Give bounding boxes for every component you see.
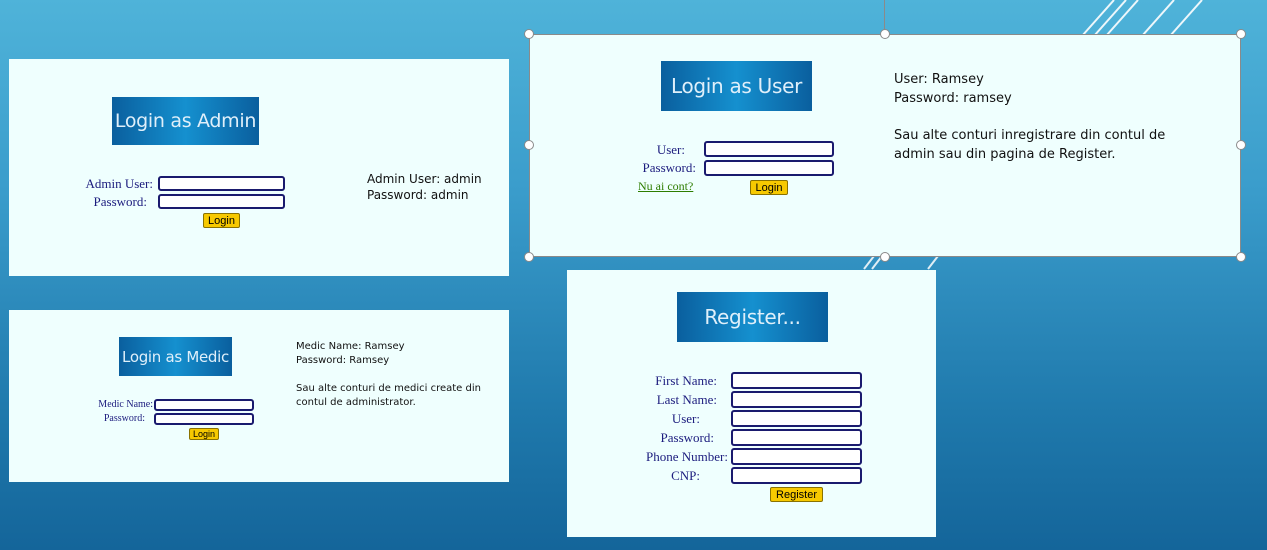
user-login-button[interactable]: Login	[750, 180, 788, 195]
admin-credentials-user: Admin User: admin	[367, 172, 482, 186]
medic-info-name: Medic Name: Ramsey	[296, 341, 405, 352]
resize-handle-bottom-left[interactable]	[524, 252, 534, 262]
register-button[interactable]: Register	[770, 487, 823, 502]
register-panel: Register... First Name: Last Name: User:…	[567, 270, 936, 537]
medic-banner: Login as Medic	[119, 337, 232, 376]
medic-password-label: Password:	[103, 413, 145, 424]
first-name-label: First Name:	[655, 373, 717, 388]
admin-login-panel: Login as Admin Admin User: Password: Log…	[9, 59, 509, 276]
admin-credentials-password: Password: admin	[367, 188, 469, 202]
medic-login-panel: Login as Medic Medic Name: Password: Log…	[9, 310, 509, 482]
cnp-label: CNP:	[671, 468, 700, 483]
user-user-label: User:	[656, 142, 685, 157]
admin-banner: Login as Admin	[112, 97, 259, 145]
cnp-input[interactable]	[731, 467, 862, 484]
resize-handle-top-center[interactable]	[880, 29, 890, 39]
user-info-note-line1: Sau alte conturi inregistrare din contul…	[894, 128, 1166, 143]
medic-info-note-line1: Sau alte conturi de medici create din	[296, 383, 481, 394]
user-info-user: User: Ramsey	[894, 72, 984, 87]
phone-number-label: Phone Number:	[646, 449, 728, 464]
medic-name-label: Medic Name:	[98, 399, 153, 410]
user-password-input[interactable]	[704, 160, 834, 176]
admin-user-input[interactable]	[158, 176, 285, 191]
medic-name-input[interactable]	[154, 399, 254, 411]
resize-handle-middle-left[interactable]	[524, 140, 534, 150]
user-label: User:	[671, 411, 700, 426]
rotation-handle-stem	[884, 0, 885, 30]
admin-login-button[interactable]: Login	[203, 213, 240, 228]
resize-handle-top-right[interactable]	[1236, 29, 1246, 39]
admin-user-label: Admin User:	[85, 176, 153, 191]
user-password-label: Password:	[642, 160, 696, 175]
resize-handle-bottom-center[interactable]	[880, 252, 890, 262]
password-label: Password:	[660, 430, 714, 445]
register-banner: Register...	[677, 292, 828, 342]
user-user-input[interactable]	[704, 141, 834, 157]
user-input[interactable]	[731, 410, 862, 427]
user-info-note-line2: admin sau din pagina de Register.	[894, 147, 1116, 162]
resize-handle-top-left[interactable]	[524, 29, 534, 39]
user-info-password: Password: ramsey	[894, 91, 1012, 106]
medic-login-button[interactable]: Login	[189, 428, 219, 440]
user-banner: Login as User	[661, 61, 812, 111]
phone-number-input[interactable]	[731, 448, 862, 465]
last-name-label: Last Name:	[656, 392, 717, 407]
decorative-stripes-lower	[863, 256, 939, 270]
admin-password-label: Password:	[93, 194, 147, 209]
resize-handle-bottom-right[interactable]	[1236, 252, 1246, 262]
medic-password-input[interactable]	[154, 413, 254, 425]
resize-handle-middle-right[interactable]	[1236, 140, 1246, 150]
last-name-input[interactable]	[731, 391, 862, 408]
admin-password-input[interactable]	[158, 194, 285, 209]
register-link[interactable]: Nu ai cont?	[638, 179, 693, 194]
user-login-panel: Login as User User: Password: Nu ai cont…	[529, 34, 1241, 257]
first-name-input[interactable]	[731, 372, 862, 389]
medic-info-note-line2: contul de administrator.	[296, 397, 416, 408]
password-input[interactable]	[731, 429, 862, 446]
medic-info-password: Password: Ramsey	[296, 355, 390, 366]
